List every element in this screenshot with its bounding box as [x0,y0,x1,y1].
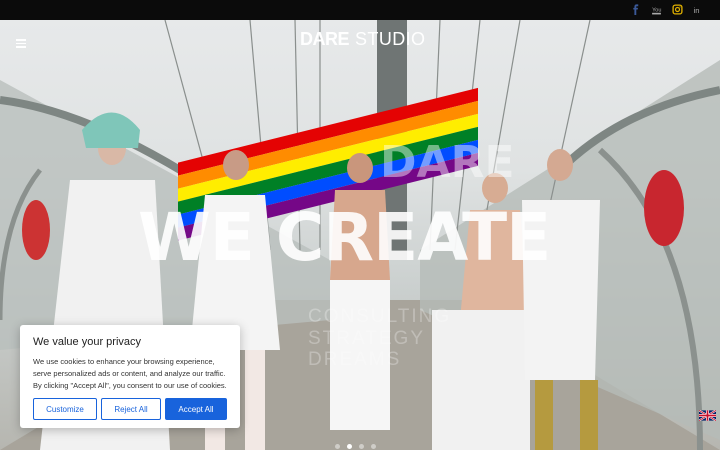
hamburger-menu-icon[interactable] [16,39,26,49]
logo-studio: STUDIO [355,28,426,49]
linkedin-icon[interactable]: in [692,3,704,16]
social-links: You in [629,3,704,16]
cookie-body: We use cookies to enhance your browsing … [33,357,227,390]
cookie-consent-banner: We value your privacy We use cookies to … [20,325,240,428]
slider-dot[interactable] [371,444,376,449]
hero-sub-consulting: CONSULTING [308,306,452,327]
top-bar: You in [0,0,720,20]
hero-title: WE CREATE [138,199,551,276]
accept-all-button[interactable]: Accept All [165,398,227,420]
slider-dots [335,444,376,449]
cookie-title: We value your privacy [33,336,142,348]
hero-line-dare: DARE [380,137,515,188]
svg-text:in: in [693,6,699,15]
hero-sub-strategy: STRATEGY [308,328,425,349]
reject-all-button[interactable]: Reject All [101,398,161,420]
logo-dare: DARE [300,28,350,49]
slider-dot[interactable] [347,444,352,449]
facebook-icon[interactable] [629,3,641,16]
site-logo[interactable]: DARE STUDIO [300,28,425,50]
uk-flag-icon[interactable] [699,410,716,421]
instagram-icon[interactable] [671,3,683,16]
slider-dot[interactable] [335,444,340,449]
hero-sub-dreams: DREAMS [308,349,402,370]
youtube-icon[interactable]: You [650,3,662,16]
customize-button[interactable]: Customize [33,398,97,420]
slider-dot[interactable] [359,444,364,449]
